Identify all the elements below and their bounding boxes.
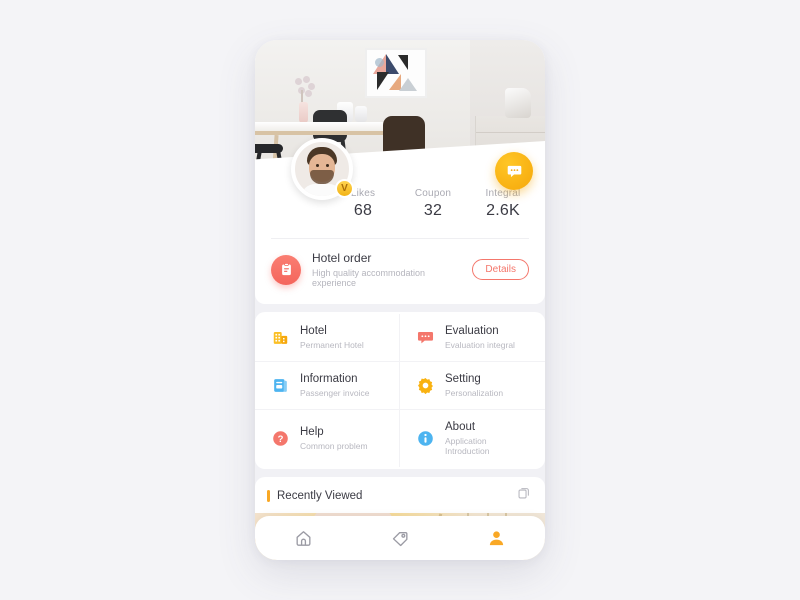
stat-label: Integral — [485, 188, 521, 199]
home-icon — [296, 530, 311, 546]
clipboard-icon — [271, 254, 301, 285]
hotel-building-icon — [269, 327, 291, 349]
menu-item-text: Information Passenger invoice — [300, 373, 369, 398]
order-text: Hotel order High quality accommodation e… — [312, 251, 461, 288]
order-subtitle: High quality accommodation experience — [312, 268, 426, 288]
evaluation-chat-icon — [414, 327, 436, 349]
tag-icon — [392, 531, 408, 546]
menu-item-title: About — [445, 421, 476, 433]
menu-item-title: Help — [300, 426, 324, 438]
menu-item-subtitle: Evaluation integral — [445, 340, 515, 350]
nav-item-home[interactable] — [255, 516, 352, 560]
menu-item-subtitle: Common problem — [300, 441, 368, 451]
stat-value: 68 — [353, 202, 373, 219]
help-question-icon: ? — [269, 428, 291, 450]
copy-stack-icon[interactable] — [517, 486, 531, 505]
stat-label: Coupon — [414, 188, 452, 199]
profile-stats: Likes 68 Coupon 32 Integral 2.6K — [341, 180, 529, 220]
stat-value: 32 — [423, 202, 443, 219]
menu-item-evaluation[interactable]: Evaluation Evaluation integral — [400, 314, 545, 362]
avatar[interactable]: V — [291, 138, 354, 200]
app-screen: V Likes 68 Coupon 32 Integral 2.6K Hotel… — [255, 40, 545, 560]
menu-item-title: Setting — [445, 373, 481, 385]
menu-grid-card: Hotel Permanent Hotel Evaluation Evaluat… — [255, 312, 545, 469]
person-icon — [490, 530, 504, 545]
svg-text:?: ? — [277, 434, 283, 445]
menu-item-setting[interactable]: Setting Personalization — [400, 362, 545, 410]
nav-item-profile[interactable] — [448, 516, 545, 560]
chat-button[interactable] — [495, 152, 533, 190]
menu-item-title: Hotel — [300, 325, 327, 337]
chat-bubble-icon — [507, 165, 521, 177]
menu-item-text: Help Common problem — [300, 426, 368, 451]
profile-card: V Likes 68 Coupon 32 Integral 2.6K Hotel… — [255, 40, 545, 304]
dried-branch — [293, 76, 315, 104]
stat-integral[interactable]: Integral 2.6K — [481, 188, 525, 220]
stat-coupon[interactable]: Coupon 32 — [411, 188, 455, 220]
recently-viewed-title: Recently Viewed — [277, 489, 363, 502]
nav-item-tag[interactable] — [352, 516, 449, 560]
accent-bar — [267, 489, 270, 502]
menu-item-subtitle: Passenger invoice — [300, 388, 370, 398]
profile-row: V Likes 68 Coupon 32 Integral 2.6K — [255, 138, 545, 238]
menu-item-about[interactable]: About Application Introduction — [400, 410, 545, 467]
hotel-order-row[interactable]: Hotel order High quality accommodation e… — [255, 239, 545, 304]
menu-item-text: About Application Introduction — [445, 421, 531, 456]
setting-gear-icon — [414, 375, 436, 397]
menu-item-subtitle: Application Introduction — [445, 436, 490, 456]
phone-frame: V Likes 68 Coupon 32 Integral 2.6K Hotel… — [255, 40, 545, 560]
details-button[interactable]: Details — [472, 259, 529, 280]
menu-item-text: Setting Personalization — [445, 373, 503, 398]
menu-item-text: Hotel Permanent Hotel — [300, 325, 364, 350]
menu-grid: Hotel Permanent Hotel Evaluation Evaluat… — [255, 314, 545, 467]
menu-item-hotel[interactable]: Hotel Permanent Hotel — [255, 314, 400, 362]
menu-item-title: Evaluation — [445, 325, 499, 337]
menu-item-text: Evaluation Evaluation integral — [445, 325, 515, 350]
menu-item-title: Information — [300, 373, 358, 385]
menu-item-help[interactable]: ? Help Common problem — [255, 410, 400, 467]
information-invoice-icon — [269, 375, 291, 397]
order-title: Hotel order — [312, 251, 372, 265]
about-info-icon — [414, 428, 436, 450]
menu-item-subtitle: Personalization — [445, 388, 504, 398]
verified-badge-icon: V — [335, 179, 354, 198]
stat-value: 2.6K — [486, 202, 520, 219]
framed-artwork — [365, 48, 427, 98]
bottom-navigation — [255, 516, 545, 560]
menu-item-information[interactable]: Information Passenger invoice — [255, 362, 400, 410]
recently-viewed-header: Recently Viewed — [255, 477, 545, 513]
menu-item-subtitle: Permanent Hotel — [300, 340, 364, 350]
